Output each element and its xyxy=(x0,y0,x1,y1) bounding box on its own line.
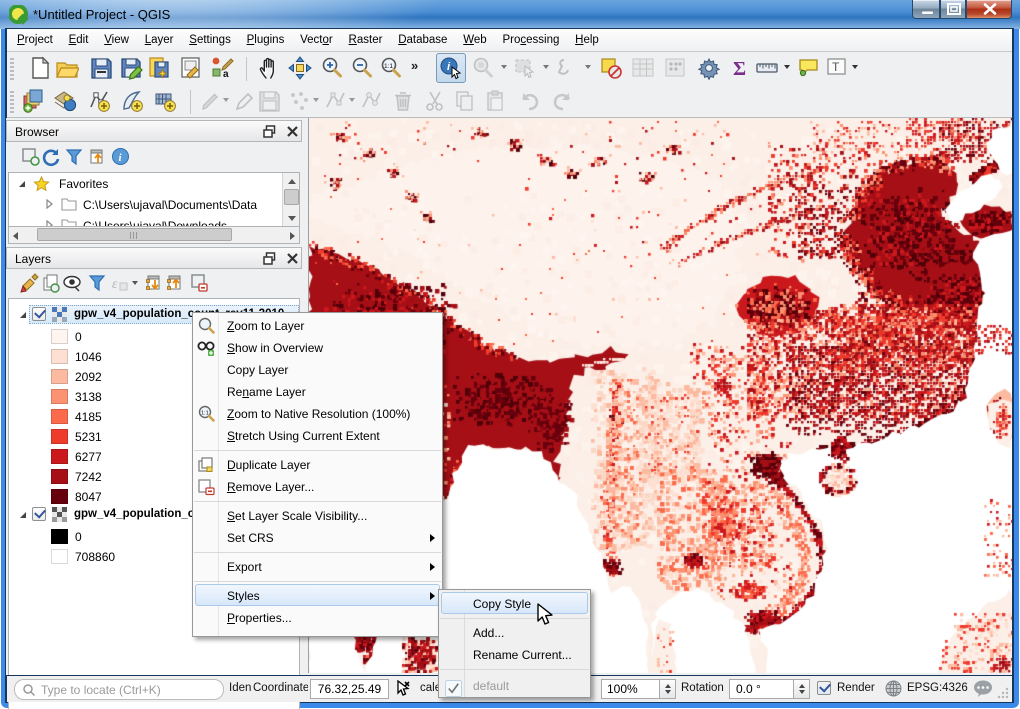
svg-text:1:1: 1:1 xyxy=(201,411,209,417)
svg-text:1:1: 1:1 xyxy=(384,63,393,70)
svg-text:ε: ε xyxy=(112,277,118,292)
svg-text:a: a xyxy=(223,69,229,80)
svg-text:Σ: Σ xyxy=(733,58,746,80)
svg-text:T: T xyxy=(832,60,840,74)
